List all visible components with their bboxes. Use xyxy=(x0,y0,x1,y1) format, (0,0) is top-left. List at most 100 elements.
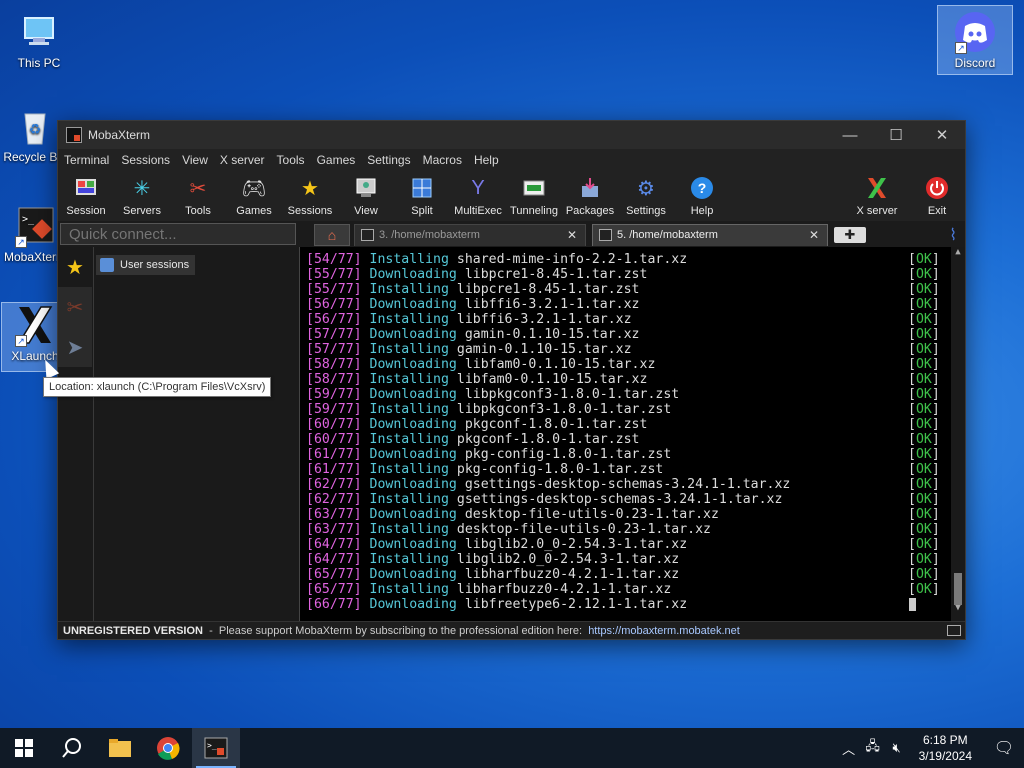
clock[interactable]: 6:18 PM 3/19/2024 xyxy=(919,732,972,764)
sidebar-macros-tab[interactable]: ➤ xyxy=(58,327,92,367)
progress-index: [63/77] xyxy=(306,522,362,537)
quick-connect-input[interactable] xyxy=(60,223,296,245)
scrollbar-thumb[interactable] xyxy=(954,573,962,605)
close-tab-icon[interactable]: ✕ xyxy=(567,225,577,245)
terminal-line: [64/77] Installing libglib2.0_0-2.54.3-1… xyxy=(306,552,946,567)
package-name: gsettings-desktop-schemas-3.24.1-1.tar.x… xyxy=(456,492,783,507)
title-bar[interactable]: MobaXterm — ☐ ✕ xyxy=(58,121,965,149)
mobatek-link[interactable]: https://mobaxterm.mobatek.net xyxy=(588,625,740,637)
progress-index: [55/77] xyxy=(306,267,362,282)
package-name: pkg-config-1.8.0-1.tar.zst xyxy=(464,447,672,462)
menu-sessions[interactable]: Sessions xyxy=(121,153,170,167)
action-label: Downloading xyxy=(369,297,457,312)
settings-button[interactable]: ⚙ Settings xyxy=(618,175,674,218)
servers-button[interactable]: ✳ Servers xyxy=(114,175,170,218)
split-button[interactable]: Split xyxy=(394,175,450,217)
menu-games[interactable]: Games xyxy=(317,153,356,167)
status-ok: [OK] xyxy=(908,312,940,327)
view-button[interactable]: View xyxy=(338,175,394,217)
package-name: pkgconf-1.8.0-1.tar.zst xyxy=(456,432,640,447)
status-ok-text: OK xyxy=(915,462,932,477)
monitor-icon[interactable] xyxy=(947,625,961,636)
scroll-down-icon[interactable]: ▼ xyxy=(951,603,965,617)
sessions-button[interactable]: ★ Sessions xyxy=(282,175,338,218)
sidebar-sessions-tab[interactable]: ★ xyxy=(58,247,92,287)
notification-icon[interactable]: 🗨︎ xyxy=(984,738,1024,758)
user-icon xyxy=(100,258,114,272)
status-ok-text: OK xyxy=(915,327,932,342)
exit-button[interactable]: Exit xyxy=(909,175,965,217)
package-name: libpcre1-8.45-1.tar.zst xyxy=(464,267,648,282)
x-server-button[interactable]: X server xyxy=(845,175,909,217)
status-ok: [OK] xyxy=(908,372,940,387)
terminal-line: [55/77] Downloading libpcre1-8.45-1.tar.… xyxy=(306,267,946,282)
mobaxterm-taskbar-button[interactable]: >_ xyxy=(192,728,240,768)
main-area: ★ ✂ ➤ User sessions [54/77] Installing s… xyxy=(58,247,965,621)
tab-session-3[interactable]: 3. /home/mobaxterm ✕ xyxy=(354,224,586,246)
terminal-scrollbar[interactable]: ▲ ▼ xyxy=(951,247,965,621)
action-label: Downloading xyxy=(369,447,457,462)
home-tab[interactable]: ⌂ xyxy=(314,224,350,246)
progress-index: [57/77] xyxy=(306,327,362,342)
gear-icon: ⚙ xyxy=(637,177,655,200)
progress-index: [55/77] xyxy=(306,282,362,297)
star-icon: ★ xyxy=(301,177,319,200)
games-button[interactable]: 🎮︎ Games xyxy=(226,175,282,218)
scroll-up-icon[interactable]: ▲ xyxy=(951,247,965,261)
menu-terminal[interactable]: Terminal xyxy=(64,153,109,167)
unregistered-label: UNREGISTERED VERSION xyxy=(63,625,203,637)
start-button[interactable] xyxy=(0,728,48,768)
menu-view[interactable]: View xyxy=(182,153,208,167)
package-name: desktop-file-utils-0.23-1.tar.xz xyxy=(456,522,711,537)
menu-x-server[interactable]: X server xyxy=(220,153,265,167)
menu-settings[interactable]: Settings xyxy=(367,153,410,167)
status-ok-text: OK xyxy=(915,282,932,297)
desktop-icon-discord[interactable]: ↗ Discord xyxy=(937,5,1013,75)
menu-macros[interactable]: Macros xyxy=(423,153,462,167)
action-label: Installing xyxy=(369,372,449,387)
desktop-icon-this-pc[interactable]: This PC xyxy=(6,10,72,70)
sidebar-tools-tab[interactable]: ✂ xyxy=(58,287,92,327)
svg-text:>_: >_ xyxy=(22,214,35,225)
package-name: libpcre1-8.45-1.tar.zst xyxy=(456,282,640,297)
status-ok: [OK] xyxy=(908,387,940,402)
status-ok: [OK] xyxy=(908,297,940,312)
close-tab-icon[interactable]: ✕ xyxy=(809,225,819,245)
menu-tools[interactable]: Tools xyxy=(277,153,305,167)
clock-date: 3/19/2024 xyxy=(918,749,972,763)
session-icon xyxy=(73,175,99,201)
menu-help[interactable]: Help xyxy=(474,153,499,167)
tools-button[interactable]: ✂ Tools xyxy=(170,175,226,218)
action-label: Installing xyxy=(369,282,449,297)
session-button[interactable]: Session xyxy=(58,175,114,217)
chrome-button[interactable] xyxy=(144,728,192,768)
minimize-button[interactable]: — xyxy=(827,121,873,149)
status-bar: UNREGISTERED VERSION - Please support Mo… xyxy=(58,621,965,639)
packages-button[interactable]: Packages xyxy=(562,175,618,217)
terminal-pane[interactable]: [54/77] Installing shared-mime-info-2.2-… xyxy=(300,247,965,621)
progress-index: [62/77] xyxy=(306,492,362,507)
close-button[interactable]: ✕ xyxy=(919,121,965,149)
status-ok-text: OK xyxy=(915,252,932,267)
status-ok-text: OK xyxy=(915,582,932,597)
search-button[interactable] xyxy=(48,728,96,768)
package-name: desktop-file-utils-0.23-1.tar.xz xyxy=(464,507,719,522)
new-tab-button[interactable]: ✚ xyxy=(834,227,866,243)
file-explorer-button[interactable] xyxy=(96,728,144,768)
multiexec-button[interactable]: Y MultiExec xyxy=(450,175,506,218)
help-button[interactable]: ? Help xyxy=(674,175,730,217)
status-ok: [OK] xyxy=(908,447,940,462)
network-icon[interactable]: 🖧︎ xyxy=(863,737,883,759)
terminal-line: [64/77] Downloading libglib2.0_0-2.54.3-… xyxy=(306,537,946,552)
tab-session-5[interactable]: 5. /home/mobaxterm ✕ xyxy=(592,224,828,246)
paperclip-icon[interactable]: ⌇ xyxy=(949,225,957,245)
tunneling-button[interactable]: Tunneling xyxy=(506,175,562,217)
terminal-line: [56/77] Downloading libffi6-3.2.1-1.tar.… xyxy=(306,297,946,312)
terminal-line: [57/77] Installing gamin-0.1.10-15.tar.x… xyxy=(306,342,946,357)
multiexec-icon: Y xyxy=(471,176,485,199)
maximize-button[interactable]: ☐ xyxy=(873,121,919,149)
user-sessions-item[interactable]: User sessions xyxy=(96,255,196,275)
view-icon xyxy=(353,175,379,201)
chevron-up-icon[interactable]: ︿ xyxy=(839,739,859,758)
volume-muted-icon[interactable]: 🔇︎ xyxy=(887,740,907,756)
